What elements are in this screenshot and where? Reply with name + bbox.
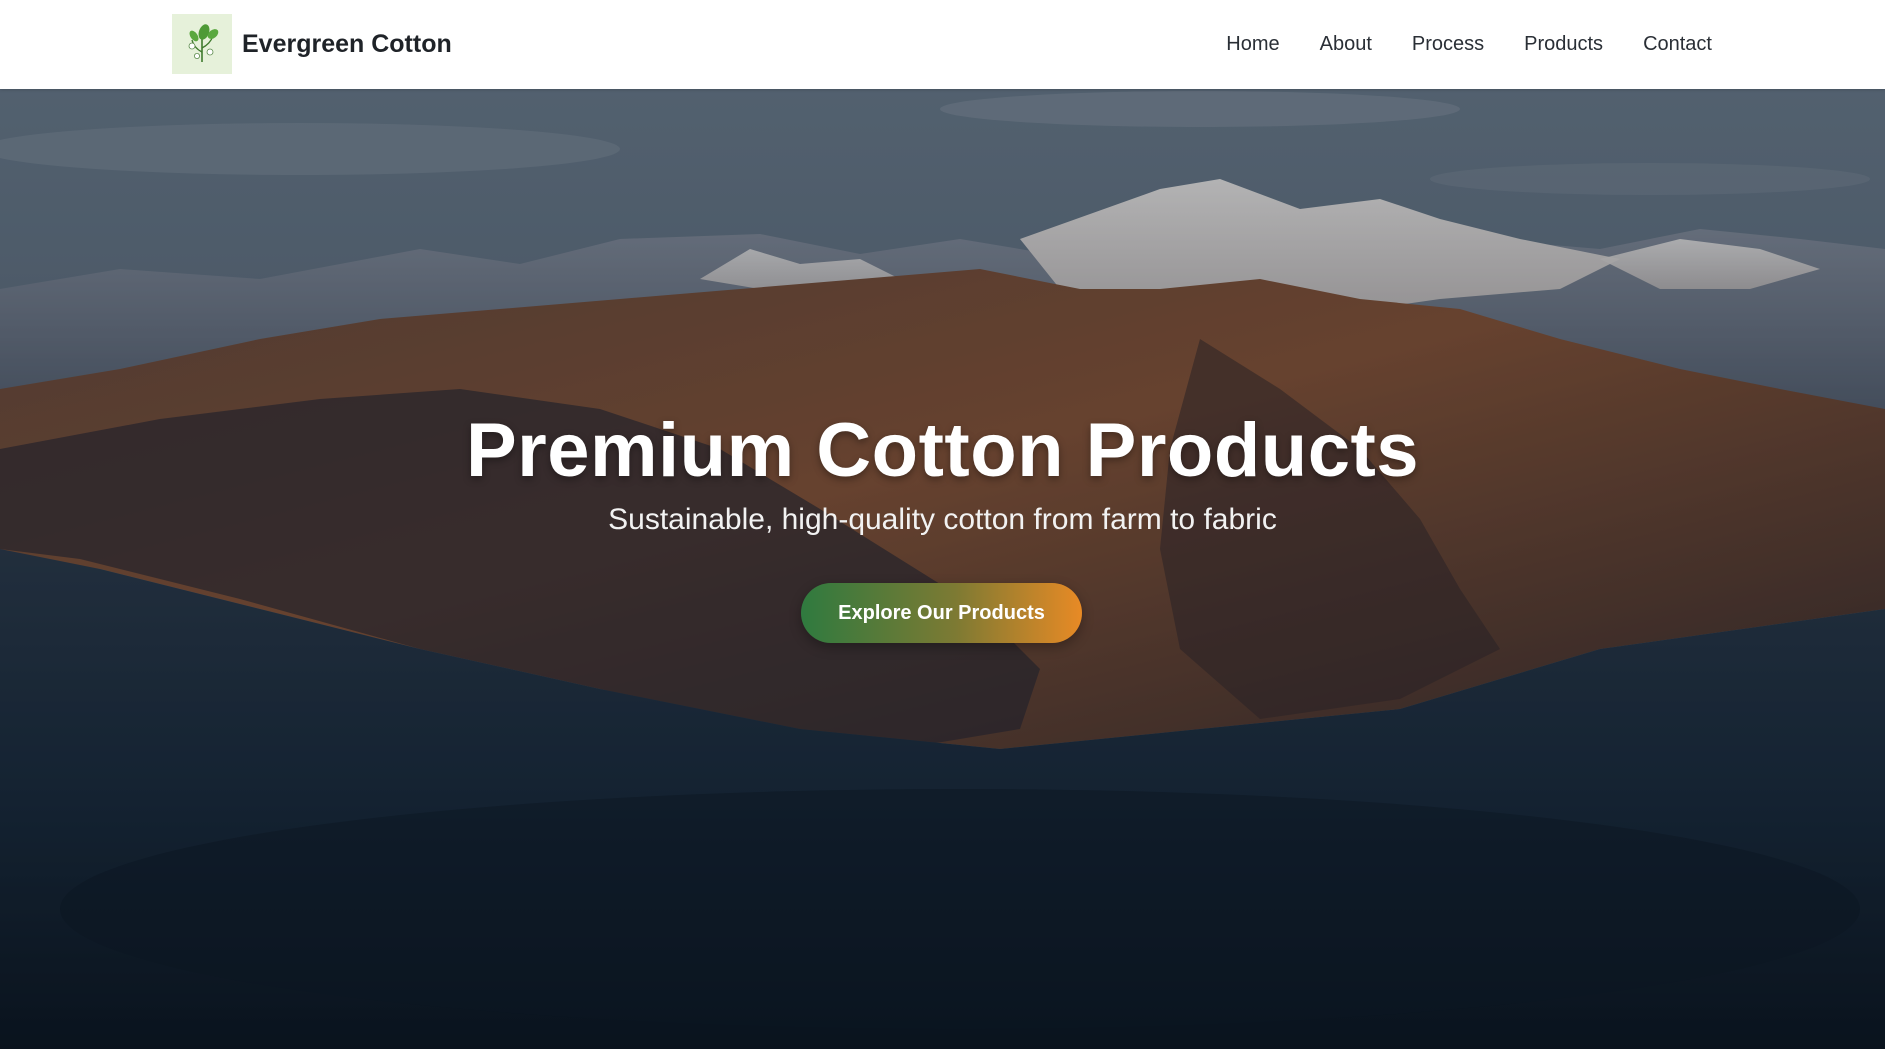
hero-title: Premium Cotton Products [465, 408, 1420, 493]
site-header: Evergreen Cotton Home About Process Prod… [0, 0, 1885, 89]
main-nav: Home About Process Products Contact [1226, 0, 1712, 89]
hero-overlay [0, 89, 1885, 1049]
cotton-plant-icon [172, 14, 232, 74]
nav-link-home[interactable]: Home [1226, 33, 1279, 56]
hero-subtitle: Sustainable, high-quality cotton from fa… [608, 503, 1277, 536]
nav-link-products[interactable]: Products [1524, 33, 1603, 56]
brand-link[interactable]: Evergreen Cotton [172, 14, 452, 74]
brand-name: Evergreen Cotton [242, 29, 452, 58]
nav-link-about[interactable]: About [1320, 33, 1372, 56]
explore-products-button[interactable]: Explore Our Products [801, 583, 1082, 643]
hero-section: Premium Cotton Products Sustainable, hig… [0, 89, 1885, 1049]
nav-link-contact[interactable]: Contact [1643, 33, 1712, 56]
nav-link-process[interactable]: Process [1412, 33, 1484, 56]
